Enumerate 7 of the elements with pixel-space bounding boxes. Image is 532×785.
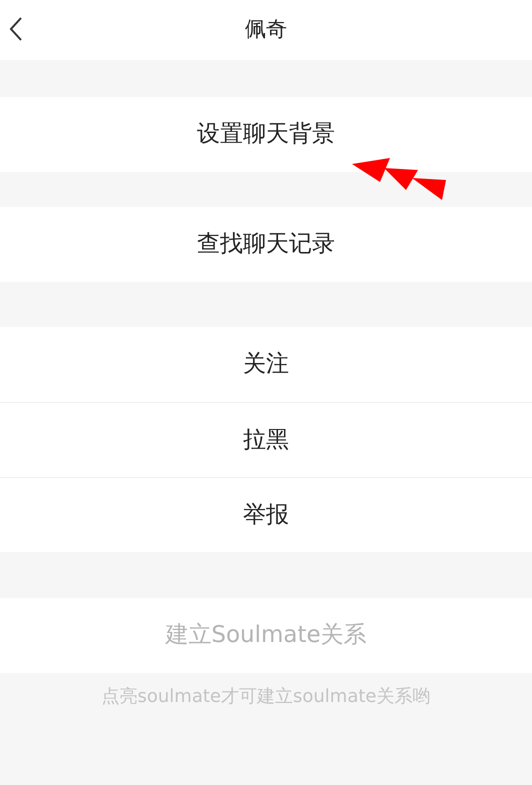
page-title: 佩奇 bbox=[245, 16, 287, 44]
menu-item[interactable]: 查找聊天记录 bbox=[197, 227, 335, 262]
back-icon[interactable] bbox=[8, 16, 24, 42]
menu-item[interactable]: 举报 bbox=[243, 498, 289, 532]
menu-item[interactable]: 关注 bbox=[243, 347, 289, 382]
menu-item[interactable]: 设置聊天背景 bbox=[197, 117, 335, 152]
menu-item[interactable]: 拉黑 bbox=[243, 422, 289, 458]
